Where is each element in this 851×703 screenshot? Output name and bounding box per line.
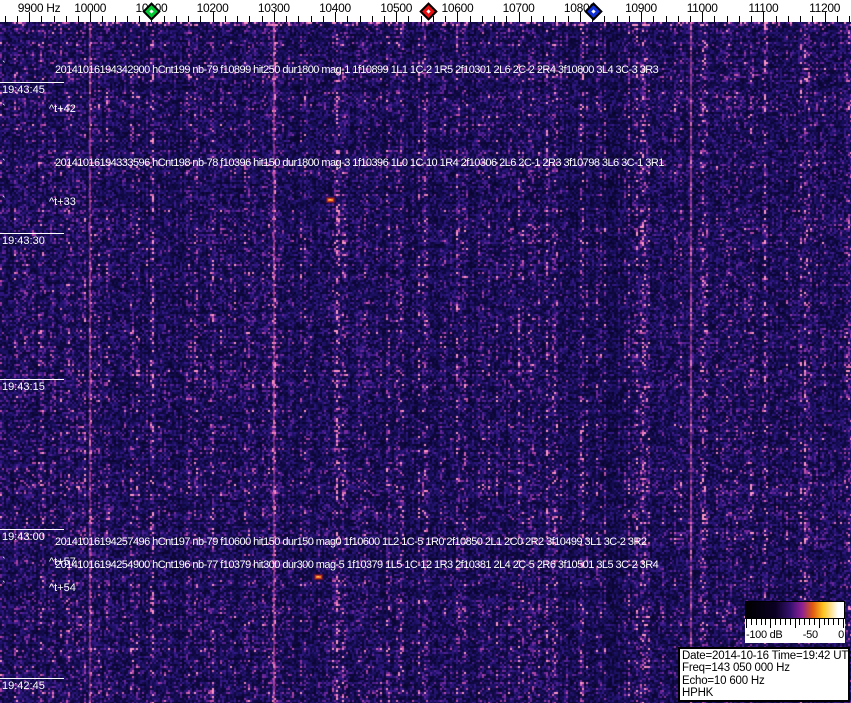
event-log-line: 20141016194254900 hCnt196 nb-77 f10379 h…	[55, 559, 659, 571]
edge-mark: `	[2, 60, 6, 72]
status-info-box: Date=2014-10-16 Time=19:42 UTC Freq=143 …	[678, 647, 851, 702]
time-tick-line	[0, 529, 64, 530]
edge-mark: `	[2, 580, 6, 592]
db-label-max: 0	[838, 629, 844, 641]
db-ruler-tick	[775, 619, 777, 625]
db-ruler-tick	[828, 619, 830, 625]
db-ruler-tick	[818, 619, 820, 628]
info-echo-frequency: Echo=10 600 Hz	[682, 674, 765, 687]
edge-mark: `	[2, 195, 6, 207]
event-log-line: 20141016194342900 hCnt199 nb-79 f10899 h…	[55, 64, 659, 76]
spectrogram-display: 9900 Hz100001010010200103001040010500106…	[0, 0, 851, 703]
info-date-time: Date=2014-10-16 Time=19:42 UTC	[682, 650, 851, 662]
edge-mark: `	[2, 556, 6, 568]
db-ruler-tick	[804, 619, 806, 625]
time-annotation: ^t+54	[49, 582, 76, 594]
db-ruler-labels: -100 dB -50 0	[745, 629, 845, 643]
freq-label: 10200	[196, 1, 229, 15]
freq-label: 10300	[257, 1, 290, 15]
info-frequency: Freq=143 050 000 Hz	[682, 662, 790, 675]
db-label-min: -100 dB	[746, 629, 783, 641]
color-gradient-bar	[745, 601, 845, 619]
time-annotation: ^t+57	[49, 556, 76, 568]
db-label-mid: -50	[802, 629, 818, 641]
time-label: 19:43:30	[2, 235, 45, 247]
freq-label: 10000	[74, 1, 107, 15]
time-label: 19:43:00	[2, 531, 45, 543]
time-label: 19:42:45	[2, 680, 45, 692]
marker-core	[425, 9, 431, 14]
freq-label: 10400	[319, 1, 351, 15]
marker-core	[591, 9, 596, 14]
freq-label: 11200	[809, 1, 841, 15]
time-tick-line	[0, 379, 64, 380]
edge-mark: `	[2, 103, 6, 115]
freq-label: 9900 Hz	[17, 1, 61, 15]
db-ruler-tick	[789, 619, 791, 625]
db-ruler-tick	[813, 619, 815, 625]
db-ruler-tick	[770, 619, 772, 628]
db-ruler-tick	[809, 619, 810, 625]
time-annotation: ^t+42	[49, 103, 76, 115]
time-label: 19:43:45	[2, 84, 45, 96]
time-label: 19:43:15	[2, 381, 45, 393]
db-ruler-tick	[760, 619, 762, 625]
freq-label: 10900	[625, 1, 657, 15]
db-ruler-tick	[750, 619, 752, 625]
db-ruler-tick	[779, 619, 781, 625]
db-ruler-tick	[746, 619, 747, 628]
db-ruler-tick	[755, 619, 757, 625]
db-ruler-tick	[823, 619, 825, 625]
spectrogram-canvas	[0, 22, 851, 703]
db-ruler-tick	[794, 619, 796, 628]
freq-label: 11000	[686, 1, 718, 15]
event-log-line: 20141016194257496 hCnt197 nb-79 f10600 h…	[55, 536, 647, 548]
db-color-scale: -100 dB -50 0	[745, 601, 845, 643]
db-ruler	[745, 619, 845, 629]
db-ruler-tick	[838, 619, 840, 625]
freq-label: 10600	[441, 1, 474, 15]
info-station-id: HPHK	[682, 687, 714, 700]
db-ruler-tick	[843, 619, 844, 628]
freq-label: 10700	[502, 1, 535, 15]
time-annotation: ^t+33	[49, 196, 76, 208]
db-ruler-tick	[784, 619, 786, 625]
db-ruler-tick	[833, 619, 835, 625]
time-tick-line	[0, 678, 64, 679]
db-ruler-tick	[765, 619, 767, 625]
freq-label: 10500	[380, 1, 413, 15]
db-ruler-tick	[799, 619, 801, 625]
time-tick-line	[0, 82, 64, 83]
event-log-line: 20141016194333596 hCnt198 nb-78 f10396 h…	[55, 157, 664, 169]
frequency-axis: 9900 Hz100001010010200103001040010500106…	[0, 0, 851, 22]
freq-label: 11100	[748, 1, 779, 15]
time-tick-line	[0, 233, 64, 234]
marker-core	[149, 9, 154, 14]
edge-mark: `	[2, 158, 6, 170]
